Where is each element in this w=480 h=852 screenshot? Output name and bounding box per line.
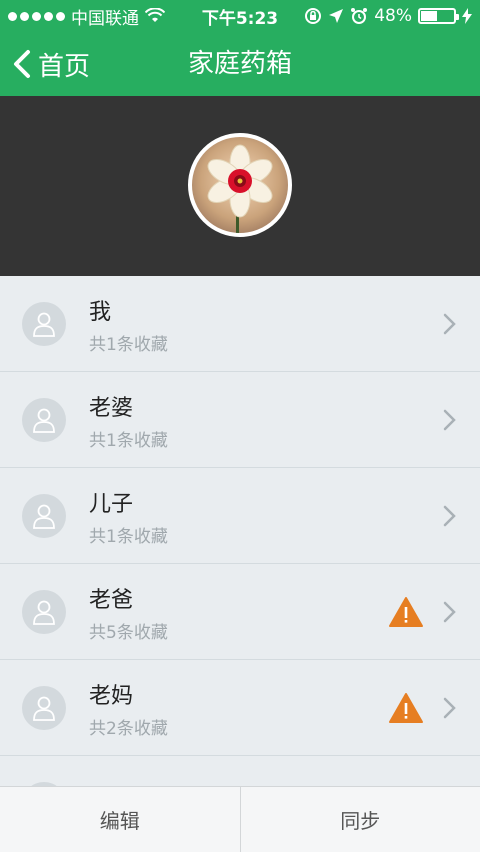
avatar bbox=[22, 398, 66, 442]
signal-dots-icon bbox=[8, 11, 65, 21]
avatar bbox=[22, 686, 66, 730]
status-left: 中国联通 bbox=[8, 4, 165, 29]
member-name: 儿子 bbox=[89, 492, 134, 517]
member-list: 我 共1条收藏 老婆 共1条收藏 儿子 共1条收藏 老爸 共5条收藏 老妈 共2… bbox=[0, 276, 480, 796]
chevron-right-icon bbox=[443, 601, 456, 623]
warning-icon bbox=[389, 597, 423, 627]
chevron-left-icon bbox=[14, 50, 30, 78]
favorites-count: 共2条收藏 bbox=[89, 719, 168, 739]
person-icon bbox=[33, 696, 55, 721]
chevron-right-icon bbox=[443, 697, 456, 719]
alarm-icon bbox=[351, 8, 368, 24]
chevron-right-icon bbox=[443, 313, 456, 335]
battery-icon bbox=[418, 8, 459, 24]
sync-button[interactable]: 同步 bbox=[239, 787, 480, 852]
family-medicine-cabinet-screen: 中国联通 下午5:23 48% 首页 家庭药箱 我 共1条收藏 老婆 共1条收藏… bbox=[0, 0, 480, 852]
bottom-toolbar: 编辑 同步 bbox=[0, 786, 480, 852]
person-icon bbox=[33, 312, 55, 337]
nav-bar: 首页 家庭药箱 bbox=[0, 32, 480, 96]
carrier-label: 中国联通 bbox=[71, 8, 139, 29]
status-bar: 中国联通 下午5:23 48% bbox=[0, 0, 480, 32]
family-avatar-image[interactable] bbox=[188, 133, 292, 237]
rotation-lock-icon bbox=[305, 8, 322, 24]
list-item[interactable]: 老爸 共5条收藏 bbox=[0, 564, 480, 660]
list-item[interactable]: 老婆 共1条收藏 bbox=[0, 372, 480, 468]
chevron-right-icon bbox=[443, 505, 456, 527]
favorites-count: 共1条收藏 bbox=[89, 527, 168, 547]
member-name: 我 bbox=[89, 300, 112, 325]
list-item[interactable]: 儿子 共1条收藏 bbox=[0, 468, 480, 564]
person-icon bbox=[33, 408, 55, 433]
back-button[interactable]: 首页 bbox=[12, 32, 90, 96]
location-arrow-icon bbox=[329, 9, 344, 23]
list-item[interactable]: 老妈 共2条收藏 bbox=[0, 660, 480, 756]
person-icon bbox=[33, 600, 55, 625]
chevron-right-icon bbox=[443, 409, 456, 431]
battery-percent: 48% bbox=[374, 6, 412, 26]
member-name: 老妈 bbox=[89, 684, 134, 709]
member-name: 老婆 bbox=[89, 396, 134, 421]
warning-icon bbox=[389, 693, 423, 723]
avatar bbox=[22, 302, 66, 346]
edit-button[interactable]: 编辑 bbox=[0, 787, 240, 852]
favorites-count: 共5条收藏 bbox=[89, 623, 168, 643]
profile-header bbox=[0, 96, 480, 276]
back-label: 首页 bbox=[38, 51, 91, 82]
avatar bbox=[22, 590, 66, 634]
avatar bbox=[22, 494, 66, 538]
favorites-count: 共1条收藏 bbox=[89, 335, 168, 355]
member-name: 老爸 bbox=[89, 588, 134, 613]
flower-image bbox=[207, 144, 273, 233]
list-item[interactable]: 我 共1条收藏 bbox=[0, 276, 480, 372]
charging-bolt-icon bbox=[462, 8, 472, 24]
wifi-icon bbox=[145, 8, 165, 22]
favorites-count: 共1条收藏 bbox=[89, 431, 168, 451]
status-right: 48% bbox=[304, 6, 472, 26]
person-icon bbox=[33, 504, 55, 529]
